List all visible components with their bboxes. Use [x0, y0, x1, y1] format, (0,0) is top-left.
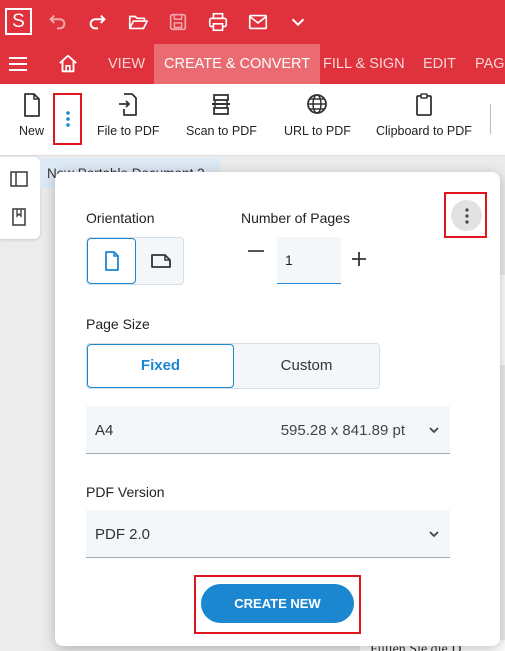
chevron-down-icon	[429, 531, 439, 538]
paper-size-dropdown[interactable]: A4 595.28 x 841.89 pt	[86, 406, 450, 454]
landscape-button[interactable]	[136, 238, 185, 284]
scan-to-pdf-button[interactable]: Scan to PDF	[186, 92, 257, 138]
sidebar-toggle-icon[interactable]	[9, 169, 29, 189]
paper-dimensions: 595.28 x 841.89 pt	[280, 422, 405, 439]
title-bar: S	[0, 0, 505, 44]
print-icon[interactable]	[205, 10, 231, 34]
new-label: New	[19, 124, 45, 138]
file-to-pdf-label: File to PDF	[97, 124, 160, 138]
portrait-page-icon	[104, 251, 119, 271]
file-to-pdf-button[interactable]: File to PDF	[97, 92, 160, 138]
landscape-page-icon	[150, 254, 171, 268]
tab-view[interactable]: VIEW	[108, 44, 145, 84]
file-convert-icon	[119, 93, 138, 116]
pages-label: Number of Pages	[241, 210, 350, 226]
size-fixed-option[interactable]: Fixed	[87, 344, 234, 388]
new-document-icon	[23, 93, 40, 117]
create-new-dialog: Orientation Number of Pages 1 Page Size …	[55, 172, 500, 646]
orientation-label: Orientation	[86, 210, 155, 226]
pages-input[interactable]: 1	[277, 237, 341, 284]
bookmark-icon[interactable]	[9, 207, 29, 227]
redo-icon[interactable]	[85, 10, 111, 34]
open-folder-icon[interactable]	[125, 10, 151, 34]
paper-size-value: A4	[95, 422, 114, 439]
clipboard-to-pdf-button[interactable]: Clipboard to PDF	[376, 92, 472, 138]
more-options-button[interactable]	[53, 93, 82, 145]
kebab-icon	[65, 111, 70, 127]
increase-pages-button[interactable]	[351, 251, 367, 267]
globe-icon	[307, 94, 328, 114]
save-icon[interactable]	[165, 10, 191, 34]
toolbar-divider	[490, 104, 491, 134]
clipboard-icon	[416, 93, 432, 116]
undo-icon[interactable]	[44, 10, 70, 34]
tab-edit[interactable]: EDIT	[423, 44, 456, 84]
menu-icon[interactable]	[8, 54, 28, 74]
tab-fill-sign[interactable]: FILL & SIGN	[323, 44, 405, 84]
pdf-version-label: PDF Version	[86, 484, 165, 500]
url-to-pdf-label: URL to PDF	[284, 124, 351, 138]
scan-to-pdf-label: Scan to PDF	[186, 124, 257, 138]
page-size-label: Page Size	[86, 316, 150, 332]
pdf-version-dropdown[interactable]: PDF 2.0	[86, 510, 450, 558]
ribbon-tabs: VIEW CREATE & CONVERT FILL & SIGN EDIT P…	[0, 44, 505, 84]
create-new-highlight: CREATE NEW	[194, 575, 361, 634]
kebab-icon	[464, 207, 469, 224]
tab-create-convert[interactable]: CREATE & CONVERT	[154, 44, 321, 84]
decrease-pages-button[interactable]	[248, 250, 264, 252]
create-new-button[interactable]: CREATE NEW	[201, 584, 354, 623]
pdf-version-value: PDF 2.0	[95, 526, 151, 543]
clipboard-to-pdf-label: Clipboard to PDF	[376, 124, 472, 138]
dialog-options-highlight	[444, 192, 487, 238]
dialog-options-button[interactable]	[451, 200, 482, 231]
scanner-icon	[212, 94, 231, 115]
orientation-selector	[86, 237, 184, 285]
size-custom-option[interactable]: Custom	[234, 344, 379, 388]
side-panel	[0, 157, 40, 239]
page-size-toggle: Fixed Custom	[86, 343, 380, 389]
tab-page[interactable]: PAGE	[475, 44, 505, 84]
portrait-button[interactable]	[87, 238, 136, 284]
email-icon[interactable]	[245, 10, 271, 34]
url-to-pdf-button[interactable]: URL to PDF	[284, 92, 351, 138]
chevron-down-icon	[429, 427, 439, 434]
chevron-down-icon[interactable]	[285, 10, 311, 34]
home-icon[interactable]	[57, 53, 79, 75]
new-button[interactable]: New	[19, 92, 44, 138]
app-logo[interactable]: S	[5, 8, 32, 35]
